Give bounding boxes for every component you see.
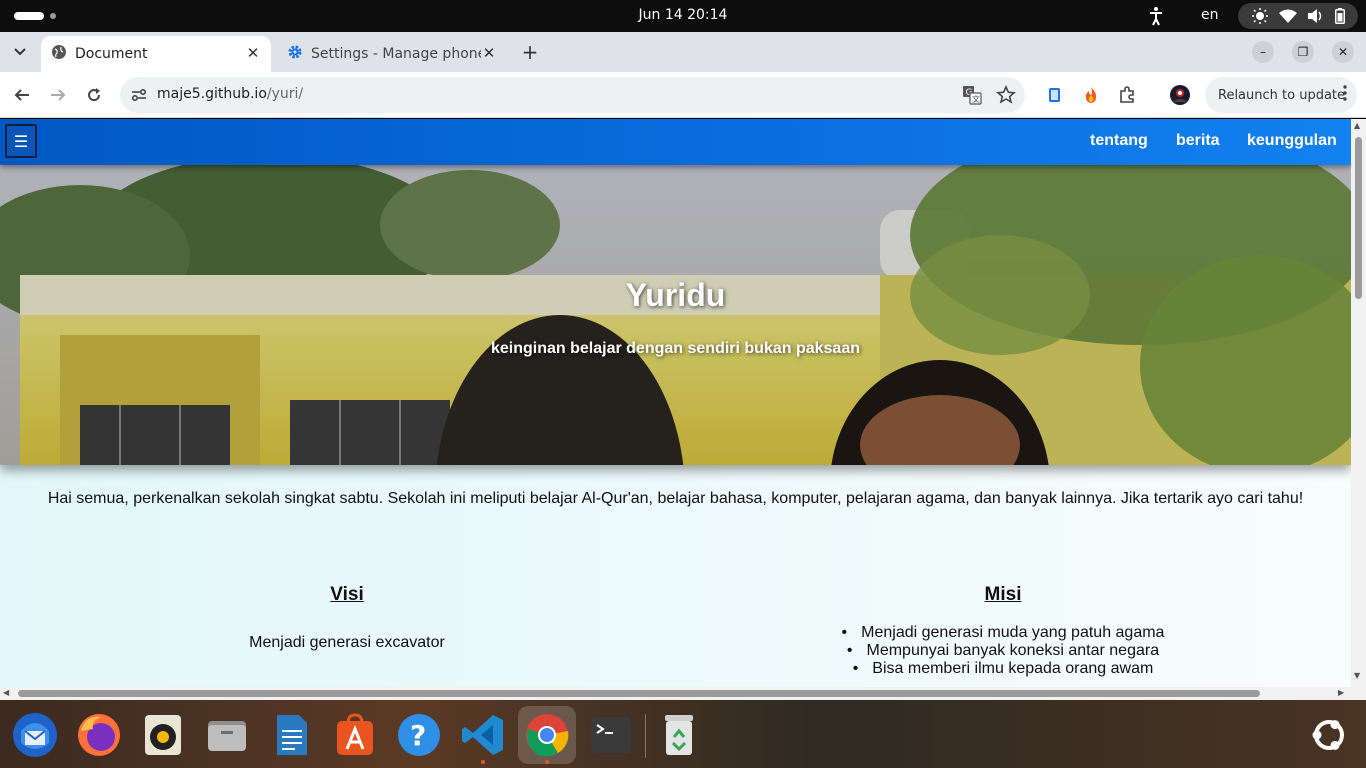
terminal-icon[interactable] <box>582 706 640 764</box>
vertical-scroll-thumb[interactable] <box>1355 137 1362 299</box>
reload-icon[interactable] <box>82 83 106 107</box>
svg-text:文: 文 <box>972 94 980 104</box>
url-text: maje5.github.io/yuri/ <box>157 86 303 102</box>
tab-search-button[interactable] <box>8 40 32 64</box>
files-icon[interactable] <box>198 706 256 764</box>
more-menu-icon[interactable] <box>1343 85 1347 105</box>
back-icon[interactable] <box>10 83 34 107</box>
extension-icon[interactable] <box>1043 83 1067 107</box>
scrollbar-corner <box>1351 687 1366 700</box>
intro-paragraph: Hai semua, perkenalkan sekolah singkat s… <box>47 490 1304 507</box>
writer-icon[interactable] <box>262 706 320 764</box>
browser-toolbar: maje5.github.io/yuri/ G文 Relaunch to upd… <box>0 72 1366 118</box>
relaunch-label: Relaunch to update <box>1218 87 1346 103</box>
forward-icon[interactable] <box>46 83 70 107</box>
system-top-bar: Jun 14 20:14 en <box>0 0 1366 32</box>
nav-link-keunggulan[interactable]: keunggulan <box>1247 132 1337 150</box>
minimize-icon[interactable]: – <box>1252 41 1274 63</box>
app-center-icon[interactable] <box>326 706 384 764</box>
site-info-icon[interactable] <box>128 84 150 106</box>
chrome-icon[interactable] <box>518 706 576 764</box>
hamburger-menu-icon[interactable]: ☰ <box>5 124 37 158</box>
wifi-icon <box>1278 9 1297 23</box>
rhythmbox-icon[interactable] <box>134 706 192 764</box>
site-navbar: ☰ tentang berita keunggulan <box>0 119 1351 165</box>
tab-title: Document <box>75 46 148 62</box>
visi-heading: Visi <box>330 584 364 605</box>
url-path: /yuri/ <box>266 86 304 102</box>
web-page: ☰ tentang berita keunggulan Yuridu keing… <box>0 119 1351 687</box>
misi-heading: Misi <box>984 584 1022 605</box>
globe-icon <box>51 44 67 64</box>
gear-icon <box>287 44 303 64</box>
tab-strip: Document ✕ Settings - Manage phone ✕ + –… <box>0 32 1366 72</box>
system-menu[interactable] <box>1238 3 1358 29</box>
translate-icon[interactable]: G文 <box>962 85 982 109</box>
language-indicator[interactable]: en <box>1201 7 1219 23</box>
scroll-left-icon[interactable]: ◀ <box>3 688 9 697</box>
horizontal-scroll-thumb[interactable] <box>18 690 1260 697</box>
new-tab-button[interactable]: + <box>518 40 542 64</box>
close-tab-icon[interactable]: ✕ <box>245 44 261 62</box>
misi-list: Menjadi generasi muda yang patuh agama M… <box>803 624 1203 678</box>
hero-title: Yuridu <box>625 277 726 313</box>
visi-text: Menjadi generasi excavator <box>249 634 445 651</box>
scroll-down-icon[interactable]: ▼ <box>1354 671 1360 680</box>
nav-link-tentang[interactable]: tentang <box>1090 132 1148 150</box>
scroll-up-icon[interactable]: ▲ <box>1354 121 1360 130</box>
dock-separator <box>645 714 646 758</box>
extensions-puzzle-icon[interactable] <box>1115 83 1139 107</box>
horizontal-scrollbar[interactable]: ◀ ▶ <box>0 687 1351 700</box>
running-indicator <box>545 760 549 764</box>
hero-banner: Yuridu keinginan belajar dengan sendiri … <box>0 165 1351 465</box>
nav-link-berita[interactable]: berita <box>1176 132 1220 150</box>
accessibility-icon[interactable] <box>1148 6 1164 26</box>
trash-icon[interactable] <box>650 706 708 764</box>
scroll-right-icon[interactable]: ▶ <box>1338 688 1344 697</box>
misi-item: Bisa memberi ilmu kepada orang awam <box>803 660 1203 678</box>
volume-icon <box>1307 9 1324 23</box>
url-host: maje5.github.io <box>157 86 267 102</box>
fire-extension-icon[interactable] <box>1079 83 1103 107</box>
misi-item: Menjadi generasi muda yang patuh agama <box>803 624 1203 642</box>
hero-photo <box>0 165 1351 465</box>
firefox-icon[interactable] <box>70 706 128 764</box>
restore-icon[interactable]: ❐ <box>1292 41 1314 63</box>
show-apps-icon[interactable] <box>1300 706 1358 764</box>
misi-item: Mempunyai banyak koneksi antar negara <box>803 642 1203 660</box>
address-bar[interactable]: maje5.github.io/yuri/ G文 <box>120 77 1025 113</box>
close-window-icon[interactable]: ✕ <box>1332 41 1354 63</box>
svg-text:?: ? <box>410 719 426 752</box>
running-indicator <box>481 760 485 764</box>
tab-settings[interactable]: Settings - Manage phone ✕ <box>277 36 507 72</box>
tab-document[interactable]: Document ✕ <box>41 36 271 72</box>
battery-icon <box>1334 8 1345 24</box>
hero-subtitle: keinginan belajar dengan sendiri bukan p… <box>491 340 860 357</box>
dock: ? <box>0 700 1366 768</box>
tab-title: Settings - Manage phone <box>311 46 481 62</box>
bookmark-star-icon[interactable] <box>996 85 1016 109</box>
vertical-scrollbar[interactable]: ▲ ▼ <box>1351 119 1366 687</box>
close-tab-icon[interactable]: ✕ <box>481 44 497 62</box>
vscode-icon[interactable] <box>454 706 512 764</box>
brightness-icon <box>1251 8 1268 24</box>
relaunch-to-update-button[interactable]: Relaunch to update <box>1205 77 1357 113</box>
help-icon[interactable]: ? <box>390 706 448 764</box>
profile-avatar[interactable] <box>1168 83 1192 107</box>
thunderbird-icon[interactable] <box>6 706 64 764</box>
